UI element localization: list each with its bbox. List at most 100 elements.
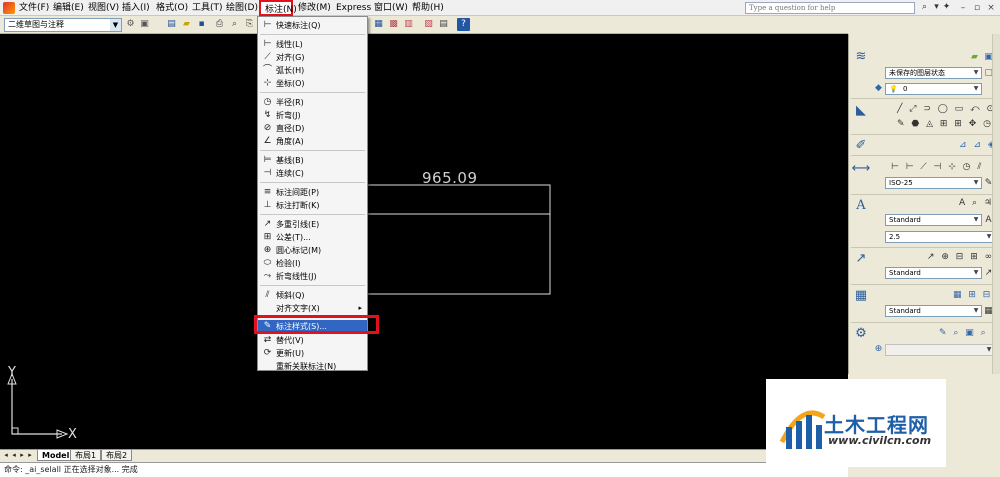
dimension-menu-item[interactable]: ⌒ 弧长(H) — [258, 64, 367, 77]
layers-panel-icon[interactable]: ≋ — [849, 48, 873, 66]
layer-state-select[interactable]: 未保存的图层状态 ▼ — [885, 67, 982, 79]
new-file-icon[interactable]: ▤ — [165, 18, 178, 31]
dimension-menu-item[interactable]: ⊥ 标注打断(K) — [258, 199, 367, 212]
drawing-canvas[interactable]: 965.09 Y X — [0, 34, 848, 449]
add-icon[interactable]: ⊕ — [873, 344, 884, 355]
dimension-menu-item[interactable]: ∠ 角度(A) — [258, 135, 367, 148]
help-search-input[interactable]: Type a question for help — [745, 2, 915, 14]
dimension-menu-item[interactable]: ↗ 多重引线(E) — [258, 218, 367, 231]
menu-tools[interactable]: 工具(T) — [192, 2, 223, 14]
last-tab-icon[interactable]: ▸ — [26, 451, 34, 460]
tools-row[interactable]: ✎ ⌕ ▣ ⌕ — [939, 328, 999, 340]
menu-file[interactable]: 文件(F) — [19, 2, 49, 14]
dimension-menu-item[interactable]: ⊨ 基线(B) — [258, 154, 367, 167]
menu-item-label: 角度(A) — [276, 137, 304, 146]
plot-icon[interactable]: ⎙ — [213, 18, 226, 31]
chevron-down-icon[interactable]: ▼ — [110, 19, 121, 31]
dimension-menu-item[interactable]: ⟳ 更新(U) — [258, 347, 367, 360]
menu-format[interactable]: 格式(O) — [156, 2, 188, 14]
properties-icon[interactable]: ▦ — [372, 18, 385, 31]
layer-tools-icon[interactable]: ◆ — [873, 83, 884, 94]
multileader-panel-icon[interactable]: ↗ — [849, 250, 873, 268]
dimension-menu-item[interactable]: ⊹ 坐标(O) — [258, 77, 367, 90]
open-file-icon[interactable]: ▰ — [180, 18, 193, 31]
dimension-menu-item[interactable]: ⇄ 替代(V) — [258, 334, 367, 347]
workspace-save-icon[interactable]: ▣ — [138, 18, 151, 31]
rectangle-shape — [358, 184, 551, 295]
layer-value: 0 — [902, 85, 908, 93]
text-panel-icon[interactable]: A — [849, 197, 873, 215]
table-style-select[interactable]: Standard ▼ — [885, 305, 982, 317]
dimension-menu-item[interactable]: ↯ 折弯(J) — [258, 109, 367, 122]
dimension-menu-item[interactable]: ⫽ 倾斜(Q) — [258, 289, 367, 302]
markup-icon[interactable]: ▧ — [422, 18, 435, 31]
menu-edit[interactable]: 编辑(E) — [53, 2, 84, 14]
dimension-menu-item[interactable]: ⊘ 直径(D) — [258, 122, 367, 135]
prev-tab-icon[interactable]: ◂ — [10, 451, 18, 460]
mleader-style-value: Standard — [889, 269, 921, 277]
menu-window[interactable]: 窗口(W) — [374, 2, 408, 14]
menu-item-label: 折弯线性(J) — [276, 272, 317, 281]
layer-select[interactable]: 💡 0 ▼ — [885, 83, 982, 95]
app-logo-icon[interactable] — [3, 2, 15, 14]
info-icon[interactable]: ✦ — [941, 2, 952, 13]
tab-layout2[interactable]: 布局2 — [101, 450, 133, 461]
dimension-menu-item[interactable]: ≡ 标注间距(P) — [258, 186, 367, 199]
dimension-menu-item[interactable]: ⤳ 折弯线性(J) — [258, 270, 367, 283]
tab-layout1[interactable]: 布局1 — [70, 450, 102, 461]
dimension-menu-item[interactable]: ⊣ 连续(C) — [258, 167, 367, 180]
next-tab-icon[interactable]: ▸ — [18, 451, 26, 460]
dimension-menu-item[interactable]: ⊢ 线性(L) — [258, 38, 367, 51]
dim-style-select[interactable]: ISO-25 ▼ — [885, 177, 982, 189]
tab-model[interactable]: Model — [37, 450, 75, 461]
modify-panel-icon[interactable]: ✐ — [849, 137, 873, 155]
preview-icon[interactable]: ⌕ — [228, 18, 241, 31]
minimize-icon[interactable]: – — [958, 3, 968, 13]
dimension-menu-item[interactable]: 对齐文字(X) ▸ — [258, 302, 367, 315]
calculator-icon[interactable]: ▤ — [437, 18, 450, 31]
chevron-down-icon: ▼ — [973, 85, 979, 92]
dimension-tools-row[interactable]: ⊢ ⊢ ⟋ ⊣ ⊹ ◷ ⫽ — [891, 162, 999, 174]
first-tab-icon[interactable]: ◂ — [2, 451, 10, 460]
menu-insert[interactable]: 插入(I) — [122, 2, 150, 14]
search-icon[interactable]: ⌕ — [919, 2, 930, 13]
draw-panel-icon[interactable]: ◣ — [849, 102, 873, 120]
menu-express[interactable]: Express — [336, 2, 371, 14]
dimension-menu-item[interactable]: ⬭ 检验(I) — [258, 257, 367, 270]
menu-modify[interactable]: 修改(M) — [298, 2, 331, 14]
dimension-menu-item[interactable]: ⊞ 公差(T)... — [258, 231, 367, 244]
tools-select[interactable]: ▼ — [885, 344, 995, 356]
tools-panel-icon[interactable]: ⚙ — [849, 325, 873, 343]
tool-palettes-icon[interactable]: ▥ — [402, 18, 415, 31]
publish-icon[interactable]: ⎘ — [243, 18, 256, 31]
workspace-settings-icon[interactable]: ⚙ — [124, 18, 137, 31]
dimension-menu-item[interactable]: 重新关联标注(N) — [258, 360, 367, 373]
menu-dimension[interactable]: 标注(N) — [259, 0, 297, 16]
dimension-menu-item[interactable]: ◷ 半径(R) — [258, 96, 367, 109]
menu-item-label: 半径(R) — [276, 98, 304, 107]
text-style-select[interactable]: Standard ▼ — [885, 214, 982, 226]
menu-help[interactable]: 帮助(H) — [412, 2, 444, 14]
help-icon[interactable]: ? — [457, 18, 470, 31]
save-icon[interactable]: ▪ — [195, 18, 208, 31]
layer-manager-icon[interactable]: ▰ — [969, 52, 980, 63]
dimension-menu-item[interactable]: ⊕ 圆心标记(M) — [258, 244, 367, 257]
palette-scrollbar[interactable] — [992, 34, 1000, 374]
multileader-tools-row[interactable]: ↗ ⊕ ⊟ ⊞ ∞ — [927, 252, 999, 264]
menu-item-label: 坐标(O) — [276, 79, 305, 88]
dimension-menu-item[interactable]: ⊢ 快速标注(Q) — [258, 19, 367, 32]
draw-tools-row[interactable]: ╱ ⤢ ⊃ ◯ ▭ ⤺ ⊙ — [897, 104, 997, 116]
restore-icon[interactable]: ▫ — [972, 3, 982, 13]
mleader-style-select[interactable]: Standard ▼ — [885, 267, 982, 279]
table-panel-icon[interactable]: ▦ — [849, 287, 873, 305]
design-center-icon[interactable]: ▩ — [387, 18, 400, 31]
close-icon[interactable]: × — [986, 3, 996, 13]
menu-view[interactable]: 视图(V) — [88, 2, 119, 14]
draw-tools-row-2[interactable]: ✎ ⬣ ◬ ⊞ ⊞ ✥ ◷ — [897, 119, 997, 131]
menu-draw[interactable]: 绘图(D) — [226, 2, 258, 14]
dimension-menu-item[interactable]: ⟋ 对齐(G) — [258, 51, 367, 64]
workspace-select[interactable]: 二维草图与注释 ▼ — [4, 18, 122, 32]
command-line[interactable]: 命令: _ai_selall 正在选择对象... 完成 — [0, 462, 848, 477]
text-height-select[interactable]: 2.5 ▼ — [885, 231, 995, 243]
dimension-panel-icon[interactable]: ⟷ — [849, 160, 873, 178]
